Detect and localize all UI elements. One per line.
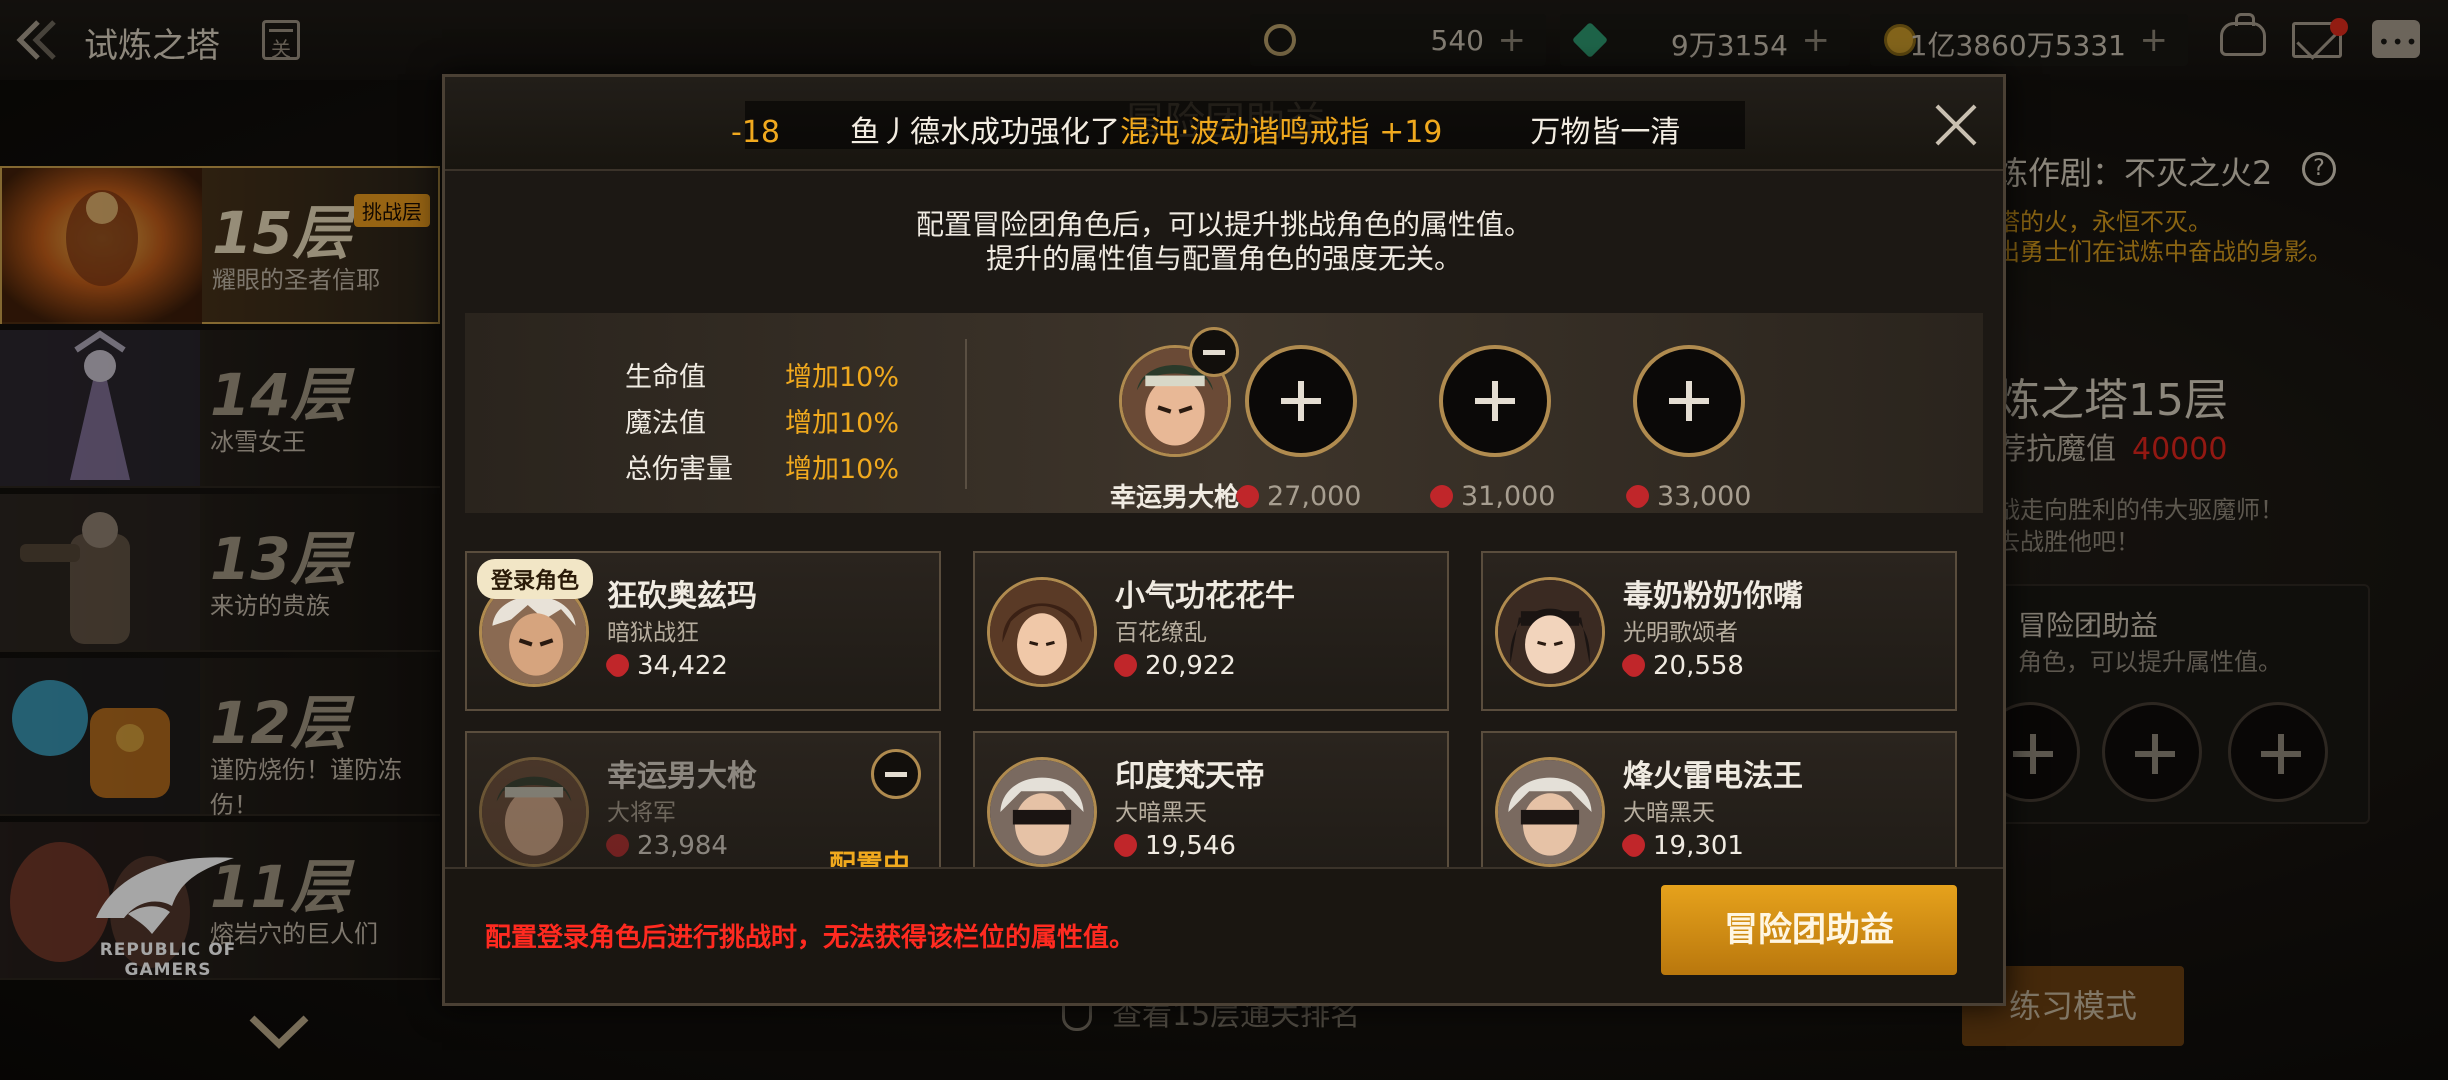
stat-row-mp: 魔法值 增加10% (625, 408, 900, 439)
character-avatar (1495, 757, 1605, 867)
character-power: 19,546 (1110, 829, 1236, 861)
dialog-header: 冒险团助益 -18鱼丿德水成功强化了混沌·波动谐鸣戒指 +19万物皆一清 (445, 77, 2003, 171)
character-card[interactable]: 小气功花花牛 百花缭乱 20,922 (973, 551, 1449, 711)
character-name: 印度梵天帝 (1115, 759, 1265, 794)
remove-slot-button[interactable] (1189, 327, 1239, 377)
power-icon (1622, 480, 1654, 512)
character-card[interactable]: 毒奶粉奶你嘴 光明歌颂者 20,558 (1481, 551, 1957, 711)
character-power: 34,422 (602, 649, 728, 681)
warning-text: 配置登录角色后进行挑战时，无法获得该栏位的属性值。 (485, 923, 1136, 953)
power-icon (602, 649, 634, 681)
character-power: 20,558 (1618, 649, 1744, 681)
buff-summary-panel: 生命值 增加10% 魔法值 增加10% 总伤害量 增加10% 幸运男大枪 27,000… (465, 313, 1983, 513)
stat-row-hp: 生命值 增加10% (625, 362, 900, 393)
character-class: 大暗黑天 (1115, 800, 1207, 826)
character-avatar (479, 757, 589, 867)
power-icon (1110, 649, 1142, 681)
add-slot-button[interactable] (1439, 345, 1551, 457)
close-icon[interactable] (1933, 103, 1977, 147)
power-icon (1618, 829, 1650, 861)
character-avatar (1495, 577, 1605, 687)
divider (965, 339, 967, 489)
slot-requirement: 27,000 (1232, 480, 1397, 512)
character-class: 百花缭乱 (1115, 620, 1207, 646)
character-avatar (987, 757, 1097, 867)
character-power: 23,984 (602, 829, 728, 861)
character-class: 暗狱战狂 (607, 620, 699, 646)
power-icon (1426, 480, 1458, 512)
dialog-footer: 配置登录角色后进行挑战时，无法获得该栏位的属性值。 冒险团助益 (445, 867, 2003, 1003)
slot-requirement: 31,000 (1426, 480, 1591, 512)
character-name: 烽火雷电法王 (1623, 759, 1803, 794)
power-icon (1618, 649, 1650, 681)
add-slot-button[interactable] (1633, 345, 1745, 457)
character-name: 毒奶粉奶你嘴 (1623, 579, 1803, 614)
remove-slot-button[interactable] (871, 749, 921, 799)
character-power: 20,922 (1110, 649, 1236, 681)
character-class: 大暗黑天 (1623, 800, 1715, 826)
character-class: 光明歌颂者 (1623, 620, 1738, 646)
power-icon (1110, 829, 1142, 861)
character-name: 小气功花花牛 (1115, 579, 1295, 614)
power-icon (602, 829, 634, 861)
power-icon (1232, 480, 1264, 512)
character-class: 大将军 (607, 800, 676, 826)
adventure-buff-dialog: 冒险团助益 -18鱼丿德水成功强化了混沌·波动谐鸣戒指 +19万物皆一清 配置冒… (442, 74, 2006, 1006)
adventure-buff-button[interactable]: 冒险团助益 (1661, 885, 1957, 975)
character-name: 幸运男大枪 (607, 759, 757, 794)
ticker-text: -18 鱼丿德水成功强化了混沌·波动谐鸣戒指 +19 万物皆一清 (731, 115, 1681, 150)
announcement-ticker: -18 鱼丿德水成功强化了混沌·波动谐鸣戒指 +19 万物皆一清 (731, 101, 1745, 150)
stat-row-damage: 总伤害量 增加10% (625, 454, 900, 485)
character-card[interactable]: 登录角色 狂砍奥兹玛 暗狱战狂 34,422 (465, 551, 941, 711)
dialog-description: 提升的属性值与配置角色的强度无关。 (985, 242, 1462, 275)
slot-requirement: 33,000 (1622, 480, 1787, 512)
login-character-tag: 登录角色 (477, 559, 594, 599)
game-screen: 试炼之塔 关 540 + 9万3154 + 1亿3860万5331 + ••• (0, 0, 2448, 1080)
character-avatar (987, 577, 1097, 687)
character-name: 狂砍奥兹玛 (607, 579, 757, 614)
add-slot-button[interactable] (1245, 345, 1357, 457)
character-power: 19,301 (1618, 829, 1744, 861)
